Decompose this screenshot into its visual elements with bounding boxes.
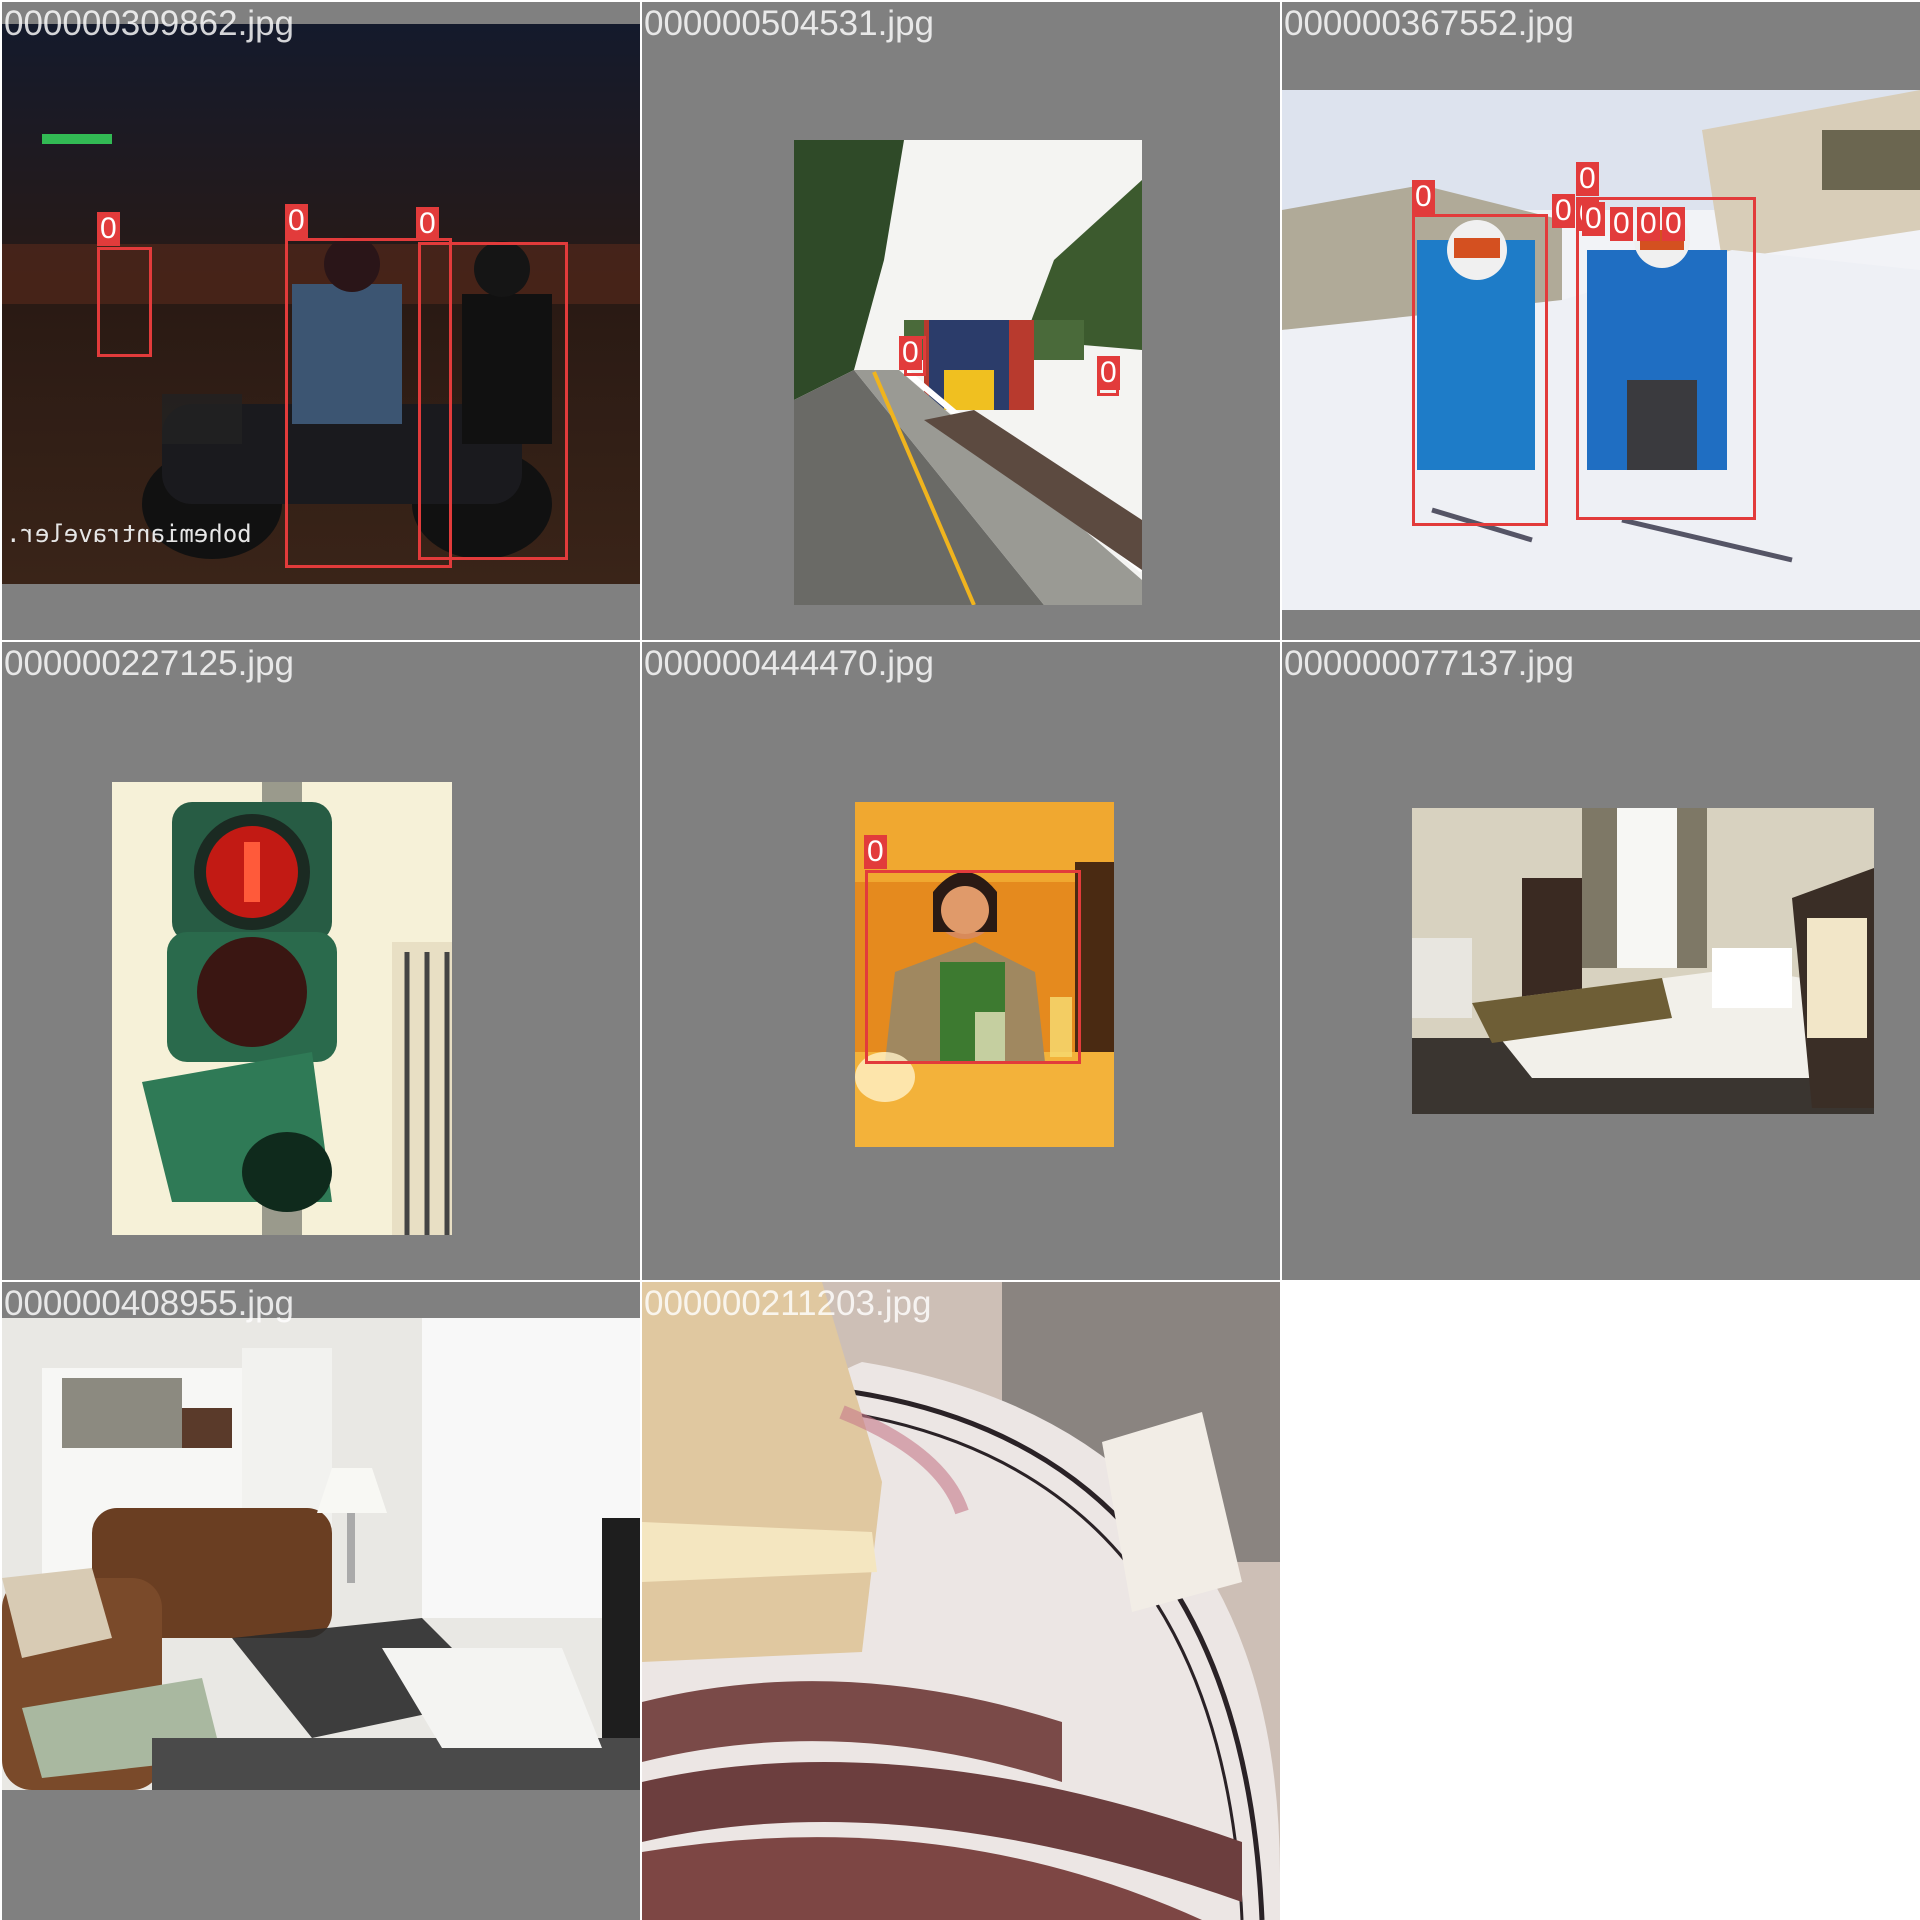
detection-label: 0: [1552, 194, 1575, 228]
mosaic-tile: 000000211203.jpg: [642, 1282, 1280, 1920]
mosaic-tile: 000000504531.jpg 0 0: [642, 2, 1280, 640]
detection-label: 0: [285, 204, 308, 238]
detection-label: 0: [864, 835, 887, 869]
photo-traffic-light: [112, 782, 452, 1235]
detection-label: 0: [1097, 356, 1120, 390]
detection-box: [418, 242, 568, 560]
detection-box: [1576, 197, 1756, 520]
image-filename: 000000227125.jpg: [4, 644, 295, 683]
detection-label: 0: [1582, 202, 1605, 236]
mosaic-tile: 000000077137.jpg: [1282, 642, 1920, 1280]
detection-label: 0: [1412, 180, 1435, 214]
empty-tile: [1282, 1282, 1920, 1920]
detection-label: 0: [899, 336, 922, 370]
photo-watermark: bohemiantraveler.: [6, 520, 252, 548]
photo-train-platform: [794, 140, 1142, 605]
image-filename: 000000309862.jpg: [4, 4, 295, 43]
photo-breakfast-plate: [642, 1282, 1280, 1920]
mosaic-tile: 000000309862.jpg bohemiantraveler. 0 0 0: [2, 2, 640, 640]
image-filename: 000000504531.jpg: [644, 4, 935, 43]
mosaic-tile: 000000408955.jpg: [2, 1282, 640, 1920]
mosaic-tile: 000000444470.jpg 0: [642, 642, 1280, 1280]
detection-label: 0: [1610, 207, 1633, 241]
image-filename: 000000211203.jpg: [644, 1284, 932, 1323]
photo-living-room: [2, 1318, 640, 1790]
detection-label: 0: [416, 207, 439, 241]
photo-hotel-bedroom: [1412, 808, 1874, 1114]
detection-label: 0: [1637, 207, 1660, 241]
detection-box: [97, 247, 152, 357]
detection-box: [865, 870, 1081, 1064]
mosaic-tile: 000000227125.jpg: [2, 642, 640, 1280]
image-filename: 000000077137.jpg: [1284, 644, 1575, 683]
detection-box: [1412, 214, 1548, 526]
image-filename: 000000408955.jpg: [4, 1284, 295, 1323]
detection-label: 0: [97, 212, 120, 246]
image-filename: 000000367552.jpg: [1284, 4, 1575, 43]
mosaic-tile: 000000367552.jpg 0 0 0 0 0 0 0 0: [1282, 2, 1920, 640]
image-filename: 000000444470.jpg: [644, 644, 935, 683]
detection-label: 0: [1576, 162, 1599, 196]
image-mosaic: 000000309862.jpg bohemiantraveler. 0 0 0…: [0, 0, 1920, 1920]
detection-label: 0: [1662, 207, 1685, 241]
